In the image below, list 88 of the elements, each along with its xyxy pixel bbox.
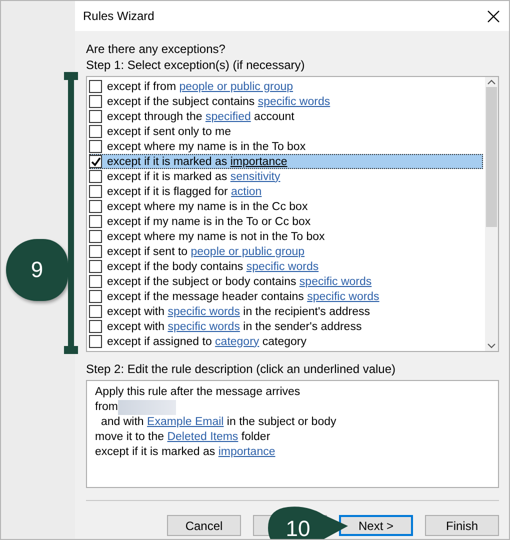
checkbox[interactable] [89, 305, 102, 318]
value-link[interactable]: specified [205, 110, 251, 122]
exception-label: except if the body contains specific words [107, 260, 319, 272]
checkbox[interactable] [89, 335, 102, 348]
value-link[interactable]: action [231, 186, 262, 198]
checkbox[interactable] [89, 260, 102, 273]
value-link[interactable]: specific words [258, 96, 330, 108]
exception-label: except where my name is in the Cc box [107, 200, 308, 212]
exception-label: except if from people or public group [107, 80, 294, 92]
exception-row[interactable]: except if sent to people or public group [89, 244, 483, 259]
step-callout: 9 [6, 239, 68, 301]
checkbox[interactable] [89, 110, 102, 123]
exception-label: except if my name is in the To or Cc box [107, 216, 311, 228]
value-link[interactable]: importance [218, 446, 276, 458]
exception-row[interactable]: except if my name is in the To or Cc box [89, 214, 483, 229]
exception-label: except if the message header contains specific words [107, 290, 380, 302]
exception-row[interactable]: except with specific words in the sender's address [89, 319, 483, 334]
exception-row[interactable]: except through the specified account [89, 109, 483, 124]
value-link[interactable]: specific words [168, 306, 240, 318]
description-line: Apply this rule after the message arrives [95, 385, 300, 400]
exception-label: except where my name is not in the To box [107, 230, 325, 242]
exception-label: except through the specified account [107, 110, 294, 122]
question-label: Are there any exceptions? [86, 41, 226, 57]
step-callout-tooltip: 10 [268, 505, 350, 539]
step-label: Step 1: Select exception(s) (if necessary) [86, 57, 306, 73]
checkbox[interactable] [89, 320, 102, 333]
exception-row[interactable]: except if it is marked as importance [89, 154, 483, 169]
exception-row[interactable]: except if assigned to category category [89, 334, 483, 349]
value-link[interactable]: people or public group [179, 80, 294, 92]
exception-label: except where my name is in the To box [107, 140, 306, 152]
checkbox[interactable] [89, 155, 102, 168]
scrollbar[interactable] [485, 77, 498, 351]
description-line: and with Example Email in the subject or body [100, 415, 336, 430]
exception-row[interactable]: except if the message header contains specific words [89, 289, 483, 304]
exception-row[interactable]: except where my name is not in the To box [89, 229, 483, 244]
exception-label: except if it is flagged for action [107, 186, 262, 198]
value-link[interactable]: specific words [299, 276, 372, 288]
exception-row[interactable]: except if the subject contains specific words [89, 94, 483, 109]
exception-row[interactable]: except if it is flagged for action [89, 184, 483, 199]
value-link[interactable]: sensitivity [230, 170, 280, 182]
checkbox[interactable] [89, 215, 102, 228]
checkbox[interactable] [89, 245, 102, 258]
exception-row[interactable]: except if the body contains specific words [89, 259, 483, 274]
exception-label: except if sent only to me [107, 126, 232, 138]
checkbox[interactable] [89, 125, 102, 138]
value-link[interactable]: specific words [307, 290, 380, 302]
step-label: Step 2: Edit the rule description (click an underlined value) [86, 361, 397, 377]
value-link[interactable]: specific words [246, 260, 319, 272]
checkbox[interactable] [89, 290, 102, 303]
exception-row[interactable]: except if the subject or body contains specific words [89, 274, 483, 289]
exception-label: except if the subject or body contains specific words [107, 276, 372, 288]
exception-row[interactable]: except where my name is in the Cc box [89, 199, 483, 214]
exception-label: except with specific words in the sender's address [107, 320, 362, 332]
window-title: Rules Wizard [83, 9, 154, 23]
checkbox[interactable] [89, 200, 102, 213]
scroll-down-icon[interactable] [487, 343, 496, 349]
exception-row[interactable]: except where my name is in the To box [89, 139, 483, 154]
checkbox[interactable] [89, 140, 102, 153]
exception-row[interactable]: except if from people or public group [89, 79, 483, 94]
value-link[interactable]: specific words [168, 320, 240, 332]
checkbox[interactable] [89, 80, 102, 93]
description-line: move it to the Deleted Items folder [95, 430, 270, 445]
checkbox[interactable] [89, 95, 102, 108]
value-link[interactable]: category [215, 336, 260, 348]
exception-label: except if it is marked as importance [107, 156, 288, 168]
checkbox[interactable] [89, 185, 102, 198]
exception-row[interactable]: except with specific words in the recipient's address [89, 304, 483, 319]
value-link[interactable]: Example Email [147, 416, 224, 428]
exception-row[interactable]: except if sent only to me [89, 124, 483, 139]
exception-label: except if it is marked as sensitivity [107, 170, 280, 182]
description-line: except if it is marked as importance [95, 445, 276, 460]
exception-label: except if sent to people or public group [107, 246, 305, 258]
checkbox[interactable] [89, 230, 102, 243]
dialog-button[interactable]: Finish [425, 515, 499, 536]
scroll-up-icon[interactable] [487, 79, 496, 85]
checkbox[interactable] [89, 275, 102, 288]
redacted-block [118, 400, 176, 415]
value-link[interactable]: importance [230, 156, 288, 168]
dialog-button[interactable]: Cancel [167, 515, 241, 536]
checkbox[interactable] [89, 170, 102, 183]
exception-label: except if the subject contains specific words [107, 96, 330, 108]
exception-label: except if assigned to category category [107, 336, 306, 348]
next-button[interactable]: Next > [339, 515, 413, 536]
description-line: from [95, 400, 176, 415]
value-link[interactable]: people or public group [190, 246, 305, 258]
exception-label: except with specific words in the recipient's address [107, 306, 370, 318]
value-link[interactable]: Deleted Items [167, 431, 238, 443]
exception-row[interactable]: except if it is marked as sensitivity [89, 169, 483, 184]
